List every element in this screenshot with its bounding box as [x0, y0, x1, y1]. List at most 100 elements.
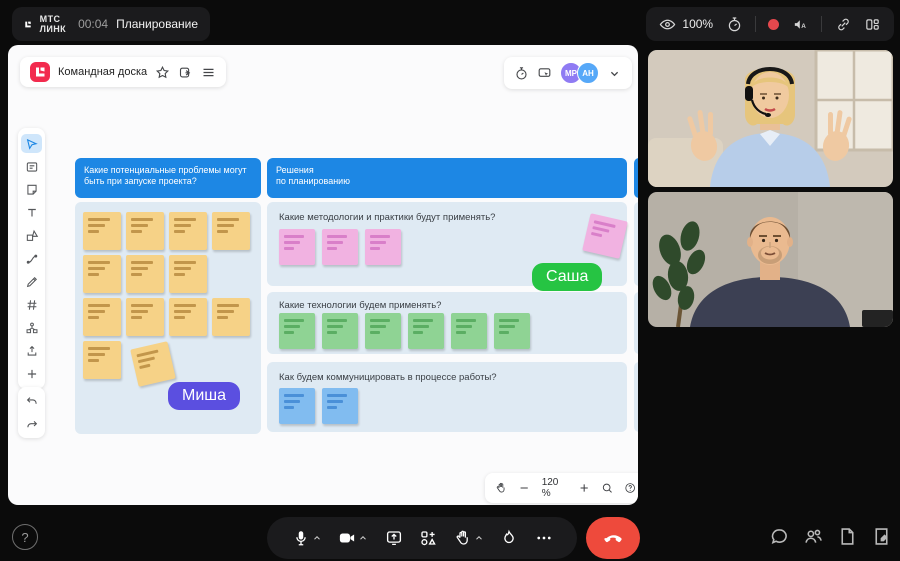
- yellow-sticky-row: [83, 255, 250, 293]
- clipped-section: [634, 362, 638, 432]
- clipped-section: [634, 202, 638, 286]
- favorite-star-icon[interactable]: [155, 65, 170, 80]
- help-button[interactable]: ?: [12, 524, 38, 550]
- apps-button[interactable]: [419, 529, 437, 547]
- sticky-note-pink[interactable]: [322, 229, 358, 265]
- pan-hand-icon[interactable]: [495, 481, 507, 495]
- sticky-note-green[interactable]: [279, 313, 315, 349]
- misha-cursor-label: Миша: [168, 382, 240, 410]
- sticky-note-yellow[interactable]: [83, 341, 121, 379]
- avatar-2[interactable]: АН: [577, 62, 599, 84]
- sticky-note-green[interactable]: [408, 313, 444, 349]
- share-board-icon[interactable]: [178, 65, 193, 80]
- sticky-note-yellow[interactable]: [126, 212, 164, 250]
- side-panels-bar: [769, 526, 892, 547]
- add-tool[interactable]: [21, 364, 42, 383]
- pen-tool[interactable]: [21, 272, 42, 291]
- sticky-note-yellow[interactable]: [169, 298, 207, 336]
- board-zoom-level[interactable]: 120 %: [542, 477, 567, 499]
- recording-indicator[interactable]: [768, 19, 779, 30]
- whiteboard-canvas[interactable]: Командная доска МРАН: [8, 45, 638, 505]
- reactions-chevron[interactable]: [474, 533, 484, 543]
- timer-button[interactable]: [500, 529, 518, 547]
- ellipsis-icon: [535, 529, 553, 547]
- eye-icon[interactable]: [659, 16, 676, 33]
- zoom-in-icon[interactable]: [578, 481, 590, 495]
- participant-video-1[interactable]: [648, 50, 893, 187]
- upload-tool[interactable]: [21, 341, 42, 360]
- search-icon[interactable]: [601, 481, 613, 495]
- microphone-options-chevron[interactable]: [312, 533, 322, 543]
- link-icon[interactable]: [835, 16, 852, 33]
- board-top-right-card: МРАН: [504, 57, 632, 89]
- microphone-button[interactable]: [292, 529, 322, 547]
- sticky-note-blue[interactable]: [279, 388, 315, 424]
- audio-language-icon[interactable]: A: [792, 16, 809, 33]
- board-column-header-problems[interactable]: Какие потенциальные проблемы могут быть …: [75, 158, 261, 198]
- board-timer-icon[interactable]: [514, 66, 529, 81]
- mindmap-tool[interactable]: [21, 318, 42, 337]
- section-question: Как будем коммуницировать в процессе раб…: [279, 372, 497, 383]
- files-panel-icon[interactable]: [837, 526, 858, 547]
- sticky-note-pink[interactable]: [279, 229, 315, 265]
- section-question: Какие методологии и практики будут приме…: [279, 212, 495, 223]
- screen-share-icon: [385, 529, 403, 547]
- sticky-note-yellow[interactable]: [83, 298, 121, 336]
- chat-panel-icon[interactable]: [769, 526, 790, 547]
- frames-tool[interactable]: [21, 157, 42, 176]
- undo-button[interactable]: [21, 392, 42, 411]
- frame-grid-tool[interactable]: [21, 295, 42, 314]
- sticky-note-pink[interactable]: [365, 229, 401, 265]
- board-title-card: Командная доска: [20, 57, 226, 87]
- sticky-note-yellow[interactable]: [126, 255, 164, 293]
- sticky-note-green[interactable]: [451, 313, 487, 349]
- sticky-note-yellow[interactable]: [212, 298, 250, 336]
- apps-icon: [419, 529, 437, 547]
- shapes-tool[interactable]: [21, 226, 42, 245]
- sticky-note-yellow[interactable]: [83, 212, 121, 250]
- screen-share-button[interactable]: [385, 529, 403, 547]
- sticky-note-green[interactable]: [494, 313, 530, 349]
- sticky-note-yellow[interactable]: [83, 255, 121, 293]
- stopwatch-icon[interactable]: [726, 16, 743, 33]
- participants-panel-icon[interactable]: [803, 526, 824, 547]
- camera-button[interactable]: [338, 529, 368, 547]
- clipped-section: [634, 292, 638, 354]
- follow-presenter-icon[interactable]: [537, 66, 552, 81]
- board-menu-icon[interactable]: [201, 65, 216, 80]
- raise-hand-icon: [454, 529, 472, 547]
- more-options-button[interactable]: [535, 529, 553, 547]
- connector-tool[interactable]: [21, 249, 42, 268]
- brand-name: МТСЛИНК: [40, 14, 66, 34]
- select-tool[interactable]: [21, 134, 42, 153]
- zoom-out-icon[interactable]: [518, 481, 530, 495]
- blue-sticky-row: [279, 388, 358, 424]
- notes-panel-icon[interactable]: [871, 526, 892, 547]
- sticky-note-yellow[interactable]: [169, 212, 207, 250]
- camera-options-chevron[interactable]: [358, 533, 368, 543]
- call-controls-bar: [267, 517, 577, 559]
- participant-2-illustration: [648, 192, 893, 327]
- sticky-note-yellow[interactable]: [126, 298, 164, 336]
- text-tool[interactable]: [21, 203, 42, 222]
- layout-grid-icon[interactable]: [864, 16, 881, 33]
- redo-button[interactable]: [21, 414, 42, 433]
- meeting-timer: 00:04: [78, 17, 108, 31]
- raise-hand-button[interactable]: [454, 529, 484, 547]
- board-column-header-solutions[interactable]: Решения по планированию: [267, 158, 627, 198]
- sticky-note-yellow[interactable]: [169, 255, 207, 293]
- sticky-note-green[interactable]: [365, 313, 401, 349]
- board-help-icon[interactable]: [624, 481, 636, 495]
- chevron-down-icon[interactable]: [607, 66, 622, 81]
- participant-video-2[interactable]: [648, 192, 893, 327]
- board-zoom-controls: 120 %: [485, 473, 638, 503]
- svg-text:A: A: [801, 23, 806, 30]
- end-call-button[interactable]: [586, 517, 640, 559]
- sticky-note-tool[interactable]: [21, 180, 42, 199]
- sticky-note-green[interactable]: [322, 313, 358, 349]
- clipped-column-header: [634, 158, 638, 198]
- pink-sticky-row: [279, 229, 401, 265]
- sticky-note-blue[interactable]: [322, 388, 358, 424]
- sticky-note-yellow[interactable]: [212, 212, 250, 250]
- camera-icon: [338, 529, 356, 547]
